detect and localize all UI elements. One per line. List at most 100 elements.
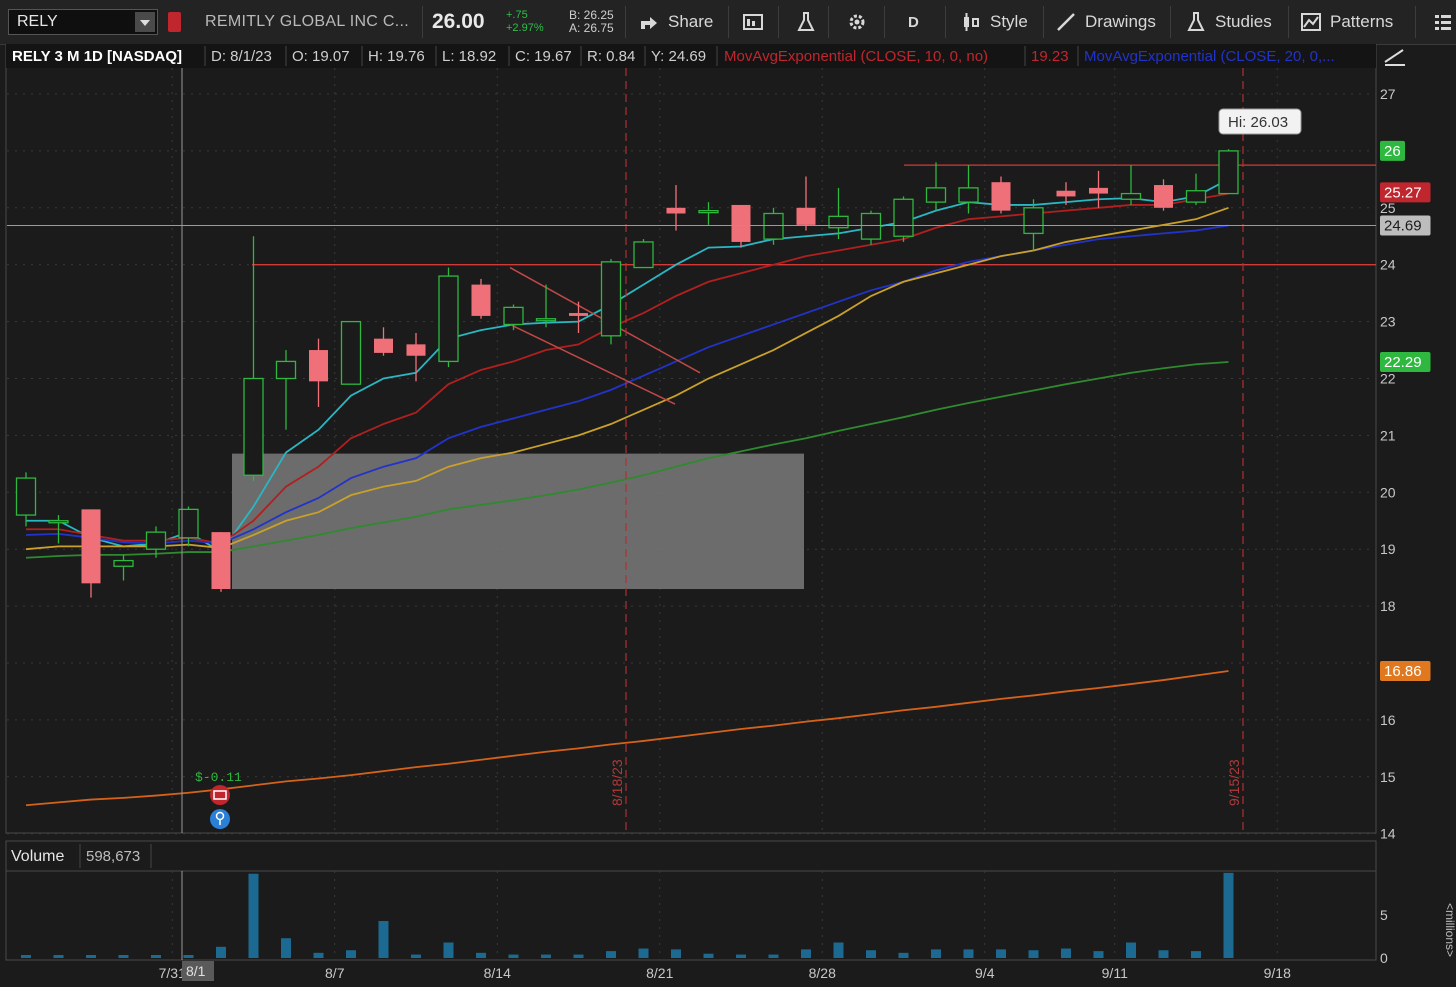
ema10-label: MovAvgExponential (CLOSE, 10, 0, no) [724, 48, 988, 65]
earnings-icon[interactable] [210, 785, 230, 805]
candle [763, 207, 784, 245]
volume-bar [1028, 950, 1039, 958]
share-icon [641, 17, 657, 29]
price-marker-label: 24.69 [1384, 217, 1422, 234]
price-marker: 26 [1380, 140, 1405, 161]
header-y: Y: 24.69 [651, 48, 706, 65]
candle [860, 210, 882, 245]
volume-bar [411, 954, 421, 958]
volume-bar [898, 952, 909, 958]
candle-body [406, 344, 426, 356]
volume-bar [996, 949, 1006, 958]
price-marker-label: 22.29 [1384, 354, 1422, 371]
drawing-tool-icon[interactable] [1380, 46, 1408, 68]
volume-bar [801, 949, 811, 958]
candle-body [1089, 187, 1108, 194]
patterns-button[interactable]: Patterns [1300, 0, 1393, 44]
gear-icon [849, 14, 865, 30]
volume-bar [476, 952, 486, 958]
price-tick-label: 23 [1380, 314, 1396, 330]
candle-body [503, 306, 524, 326]
candle-body [275, 360, 297, 380]
candle-body [666, 207, 686, 214]
candle-body [958, 187, 979, 203]
volume-label: Volume [11, 848, 64, 865]
price-marker-label: 25.27 [1384, 184, 1422, 201]
style-button[interactable]: Style [960, 0, 1028, 44]
rectangle-drawing[interactable] [232, 453, 804, 590]
high-callout: Hi: 26.03 [1218, 108, 1302, 135]
studies-quick-button[interactable] [795, 0, 825, 44]
chart-settings-button[interactable] [742, 0, 772, 44]
symbol-input[interactable]: RELY [8, 9, 158, 35]
candle-body [48, 520, 69, 524]
candle-body [309, 350, 328, 382]
volume-bar [963, 949, 974, 958]
volume-bar [1061, 948, 1071, 958]
volume-panel[interactable] [5, 870, 1377, 961]
menu-button[interactable] [1432, 0, 1456, 44]
date-tick-label: 8/14 [484, 965, 511, 981]
candle-body [731, 204, 751, 242]
bid-ask: B: 26.25 A: 26.75 [569, 9, 614, 35]
date-tick-label: 9/18 [1264, 965, 1291, 981]
volume-bar [21, 954, 31, 958]
candle-body [1120, 192, 1142, 200]
event-info-icon[interactable] [210, 809, 230, 829]
volume-bar [638, 948, 649, 958]
volume-bar [313, 952, 324, 958]
aggregation-button[interactable]: D [908, 0, 919, 44]
alert-icon[interactable] [168, 12, 181, 32]
toolbar-divider [1170, 6, 1171, 38]
candle [438, 267, 459, 368]
volume-bar [931, 949, 941, 958]
percent-change: +2.97% [506, 22, 544, 34]
vline-date-label-1: 8/18/23 [609, 759, 625, 806]
volume-bar [508, 954, 519, 958]
price-panel[interactable] [7, 44, 1376, 833]
candle-body [535, 318, 557, 322]
price-marker: 16.86 [1380, 660, 1431, 681]
studies-button[interactable]: Studies [1185, 0, 1272, 44]
toolbar-divider [828, 6, 829, 38]
candle-body [1154, 185, 1173, 208]
candle-body [763, 212, 784, 240]
ema10-value: 19.23 [1031, 48, 1069, 65]
style-label: Style [990, 12, 1028, 31]
drawings-label: Drawings [1085, 12, 1156, 31]
price-change: +.75 +2.97% [506, 9, 544, 35]
toolbar-divider [884, 6, 885, 38]
volume-bar [248, 873, 259, 958]
price-tick-label: 20 [1380, 484, 1396, 500]
price-marker-label: 26 [1384, 143, 1401, 160]
candle [893, 196, 914, 242]
toolbar-divider [728, 6, 729, 38]
volume-tick-label: 5 [1380, 907, 1388, 923]
candle-body [113, 559, 134, 567]
price-tick-label: 14 [1380, 826, 1396, 842]
drawings-button[interactable]: Drawings [1055, 0, 1156, 44]
symbol-dropdown-button[interactable] [135, 12, 155, 32]
volume-value: 598,673 [86, 848, 140, 865]
price-tick-label: 24 [1380, 257, 1396, 273]
date-tick-label: 8/21 [646, 965, 673, 981]
candle [340, 320, 362, 385]
toolbar-divider [625, 6, 626, 38]
volume-bar [346, 950, 356, 958]
candle [1218, 149, 1239, 195]
chart-area[interactable]: 05 141516181920212223242527 7/31 8/7 8/14 8… [0, 44, 1456, 987]
candle [731, 204, 751, 248]
price-tick-label: 16 [1380, 712, 1396, 728]
candle-body [569, 313, 588, 316]
volume-bar [606, 951, 616, 958]
volume-bar [573, 954, 584, 958]
candle [633, 239, 654, 269]
share-button[interactable]: Share [638, 0, 713, 44]
header-range: R: 0.84 [587, 48, 635, 65]
volume-bar [378, 921, 389, 958]
settings-button[interactable] [846, 0, 876, 44]
candle-body [211, 532, 231, 590]
studies-label: Studies [1215, 12, 1272, 31]
volume-bar [833, 942, 844, 958]
toolbar-divider [1043, 6, 1044, 38]
